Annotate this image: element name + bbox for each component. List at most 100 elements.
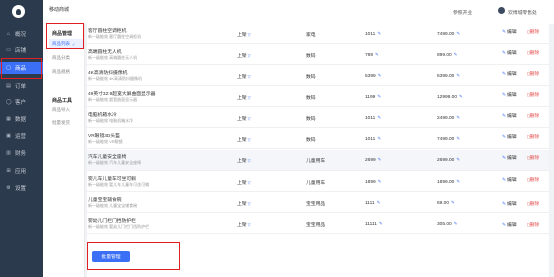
sidebar-item-customers[interactable]: ◯ 客户 — [0, 96, 43, 108]
price-cell[interactable]: 1899.00 ✎ — [437, 179, 460, 185]
pencil-icon[interactable]: ✎ — [377, 115, 381, 120]
pencil-icon[interactable]: ✎ — [378, 179, 382, 184]
pencil-icon[interactable]: ✎ — [451, 200, 455, 205]
sidebar-item-data[interactable]: ▦ 数据 — [0, 113, 43, 125]
status-dropdown[interactable]: 上架▽ — [237, 31, 251, 38]
pencil-icon[interactable]: ✎ — [456, 157, 460, 162]
stock-cell[interactable]: 1011 ✎ — [365, 115, 381, 121]
table-row[interactable]: 4K高清防抖摄像机 新一级能效 4K高清防抖摄像机 上架▽ 数码 5399 ✎ 6… — [87, 66, 549, 86]
price-cell[interactable]: 12999.00 ✎ — [437, 94, 463, 100]
edit-button[interactable]: ✎编辑 — [502, 176, 517, 183]
status-dropdown[interactable]: 上架▽ — [237, 115, 251, 122]
delete-button[interactable]: ▯删除 — [527, 154, 539, 161]
price-cell[interactable]: 2699.00 ✎ — [437, 157, 460, 163]
pencil-icon[interactable]: ✎ — [379, 221, 383, 226]
submenu-item-goods-category[interactable]: 商品分类 — [49, 53, 83, 63]
pencil-icon[interactable]: ✎ — [378, 157, 382, 162]
pencil-icon[interactable]: ✎ — [377, 94, 381, 99]
edit-label: 编辑 — [507, 156, 517, 161]
price-cell[interactable]: 69.00 ✎ — [437, 200, 455, 206]
price-cell[interactable]: 6399.00 ✎ — [437, 73, 460, 79]
pencil-icon[interactable]: ✎ — [456, 115, 460, 120]
stock-cell[interactable]: 789 ✎ — [365, 52, 379, 58]
price-cell[interactable]: 305.00 ✎ — [437, 221, 457, 227]
status-dropdown[interactable]: 上架▽ — [237, 94, 251, 101]
pencil-icon[interactable]: ✎ — [377, 31, 381, 36]
delete-button[interactable]: ▯删除 — [527, 28, 539, 35]
status-dropdown[interactable]: 上架▽ — [237, 221, 251, 228]
price-cell[interactable]: 7499.00 ✎ — [437, 136, 460, 142]
pencil-icon[interactable]: ✎ — [456, 31, 460, 36]
table-row[interactable]: 汽车儿童安全座椅 新一级能效 汽车儿童安全座椅 上架▽ 儿童用车 2699 ✎ 2… — [87, 150, 549, 171]
price-cell[interactable]: 2499.00 ✎ — [437, 115, 460, 121]
edit-button[interactable]: ✎编辑 — [502, 49, 517, 56]
table-row[interactable]: 49英寸32:9超宽大屏曲面显示器 新一级能效 超宽曲面显示器 上架▽ 数码 1… — [87, 87, 549, 107]
edit-button[interactable]: ✎编辑 — [502, 91, 517, 98]
pencil-icon[interactable]: ✎ — [456, 179, 460, 184]
table-row[interactable]: 婴幼儿门栏门挡防护栏 新一级能效 婴幼儿门栏门挡防护栏 上架▽ 宝宝用品 111… — [87, 214, 549, 234]
delete-button[interactable]: ▯删除 — [527, 70, 539, 77]
submenu-item-goods-spec[interactable]: 商品规格 — [49, 67, 83, 77]
edit-button[interactable]: ✎编辑 — [502, 154, 517, 161]
edit-button[interactable]: ✎编辑 — [502, 221, 517, 228]
pencil-icon[interactable]: ✎ — [456, 136, 460, 141]
logo-icon[interactable] — [12, 5, 25, 18]
user-menu[interactable]: 欢博城零售处 — [508, 9, 537, 16]
status-dropdown[interactable]: 上架▽ — [237, 136, 251, 143]
sidebar-item-operations[interactable]: ▣ 运营 — [0, 130, 43, 142]
status-dropdown[interactable]: 上架▽ — [237, 179, 251, 186]
submenu-item-batch-ship[interactable]: 批量发货 — [49, 118, 83, 128]
status-dropdown[interactable]: 上架▽ — [237, 73, 251, 80]
sidebar-item-finance[interactable]: ▥ 财务 — [0, 147, 43, 159]
stock-cell[interactable]: 1011 ✎ — [365, 136, 381, 142]
edit-button[interactable]: ✎编辑 — [502, 133, 517, 140]
pencil-icon[interactable]: ✎ — [377, 200, 381, 205]
price-cell[interactable]: 7499.00 ✎ — [437, 31, 460, 37]
stock-cell[interactable]: 5399 ✎ — [365, 73, 381, 79]
delete-button[interactable]: ▯删除 — [527, 221, 539, 228]
sidebar-item-overview[interactable]: ⌂ 概况 — [0, 28, 43, 40]
delete-button[interactable]: ▯删除 — [527, 112, 539, 119]
stock-cell[interactable]: 1199 ✎ — [365, 94, 381, 100]
edit-button[interactable]: ✎编辑 — [502, 70, 517, 77]
status-dropdown[interactable]: 上架▽ — [237, 200, 251, 207]
delete-button[interactable]: ▯删除 — [527, 133, 539, 140]
pencil-icon[interactable]: ✎ — [456, 73, 460, 78]
table-row[interactable]: VR眼镜3D头盔 新一级能效 VR眼镜 上架▽ 数码 1011 ✎ 7499.00… — [87, 129, 549, 149]
stock-cell[interactable]: 1899 ✎ — [365, 179, 381, 185]
highlight-box-submenu — [46, 23, 84, 49]
table-row[interactable]: 电脑机箱水冷 新一级能效 电脑机箱水冷 上架▽ 数码 1011 ✎ 2499.00… — [87, 108, 549, 128]
table-row[interactable]: 客厅圆柱空调柜机 新一级能效 客厅圆柱空调柜机 上架▽ 家电 1011 ✎ 749… — [87, 24, 549, 44]
stock-cell[interactable]: 1011 ✎ — [365, 31, 381, 37]
sidebar-item-orders[interactable]: ▤ 订单 — [0, 80, 43, 92]
pencil-icon[interactable]: ✎ — [454, 52, 458, 57]
status-dropdown[interactable]: 上架▽ — [237, 52, 251, 59]
status-dropdown[interactable]: 上架▽ — [237, 157, 251, 164]
stock-cell[interactable]: 11111 ✎ — [365, 221, 383, 227]
edit-button[interactable]: ✎编辑 — [502, 28, 517, 35]
sidebar-item-shop[interactable]: ▭ 店铺 — [0, 44, 43, 56]
table-row[interactable]: 婴儿车儿童车可坐可躺 新一级能效 婴儿车儿童车可坐可躺 上架▽ 儿童用车 189… — [87, 172, 549, 192]
stock-cell[interactable]: 1111 ✎ — [365, 200, 380, 206]
sidebar-item-settings[interactable]: ⚙ 设置 — [0, 182, 43, 194]
delete-button[interactable]: ▯删除 — [527, 91, 539, 98]
pencil-icon[interactable]: ✎ — [454, 221, 458, 226]
delete-button[interactable]: ▯删除 — [527, 49, 539, 56]
avatar[interactable] — [498, 7, 505, 14]
pencil-icon[interactable]: ✎ — [459, 94, 463, 99]
edit-button[interactable]: ✎编辑 — [502, 200, 517, 207]
submenu-item-import[interactable]: 商品导入 — [49, 105, 83, 115]
sidebar-item-apps[interactable]: ⊞ 应用 — [0, 165, 43, 177]
delete-label: 删除 — [529, 114, 540, 119]
table-row[interactable]: 儿童宝宝辅食碗 新一级能效 儿童宝宝辅食碗 上架▽ 宝宝用品 1111 ✎ 69.… — [87, 193, 549, 213]
pencil-icon[interactable]: ✎ — [378, 73, 382, 78]
edit-button[interactable]: ✎编辑 — [502, 112, 517, 119]
help-link[interactable]: 参照开业 — [453, 9, 472, 16]
table-row[interactable]: 高端圆柱无人机 新一级能效 高端圆柱无人机 上架▽ 数码 789 ✎ 899.00… — [87, 45, 549, 65]
pencil-icon[interactable]: ✎ — [375, 52, 379, 57]
pencil-icon[interactable]: ✎ — [377, 136, 381, 141]
delete-button[interactable]: ▯删除 — [527, 176, 539, 183]
stock-cell[interactable]: 2699 ✎ — [365, 157, 381, 163]
price-cell[interactable]: 899.00 ✎ — [437, 52, 457, 58]
delete-button[interactable]: ▯删除 — [527, 200, 539, 207]
